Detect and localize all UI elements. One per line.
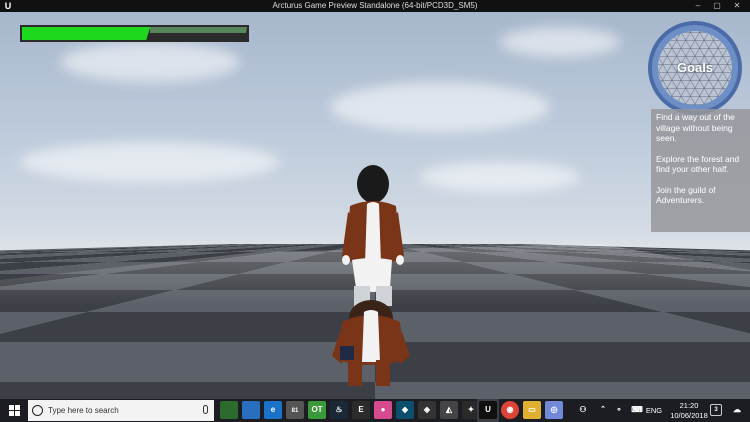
goal-text: Explore the forest and find your other h… (656, 153, 740, 175)
task-view-icon[interactable] (220, 401, 238, 419)
store-icon[interactable]: 81 (286, 401, 304, 419)
microphone-icon[interactable] (203, 405, 208, 414)
goal-text: Find a way out of the village without be… (656, 112, 735, 143)
edge-icon[interactable]: e (264, 401, 282, 419)
minimize-button[interactable]: – (690, 0, 706, 12)
window-titlebar[interactable]: U Arcturus Game Preview Standalone (64-b… (0, 0, 750, 12)
notification-count: 3 (714, 407, 718, 413)
close-button[interactable]: ✕ (729, 0, 745, 12)
game-viewport[interactable]: Goals Find a way out of the village with… (0, 12, 750, 399)
windows-start-icon[interactable] (0, 399, 28, 422)
discord-icon[interactable]: ◎ (545, 401, 563, 419)
health-bar-fill (22, 27, 151, 40)
unity-icon[interactable]: ◈ (418, 401, 436, 419)
epic-launcher-icon[interactable]: E (352, 401, 370, 419)
chrome-icon[interactable]: ◉ (501, 401, 519, 419)
minimap-label: Goals (676, 60, 714, 75)
steam-icon[interactable]: ♨ (330, 401, 348, 419)
search-placeholder: Type here to search (48, 406, 119, 415)
store-badge: 81 (291, 408, 299, 414)
inkscape-icon[interactable]: ◭ (440, 401, 458, 419)
onedrive-cloud-icon[interactable]: ☁ (728, 401, 746, 419)
action-center-icon[interactable]: 3 (710, 404, 722, 416)
file-manager-icon[interactable] (242, 401, 260, 419)
search-icon (32, 405, 43, 416)
paint-icon[interactable]: ● (374, 401, 392, 419)
companion-character-crouching (332, 300, 410, 386)
people-icon[interactable]: ⚇ (574, 401, 592, 419)
unreal-icon[interactable]: U (479, 401, 497, 419)
player-character-standing (342, 165, 404, 306)
windows-taskbar: Type here to search e 81 OT ♨ E ● ◆ ◈ ◭ … (0, 399, 750, 422)
clock-date[interactable]: 10/06/2018 (668, 410, 710, 421)
taskbar-search-input[interactable]: Type here to search (28, 400, 214, 421)
file-explorer-icon[interactable]: ▭ (523, 401, 541, 419)
photoshop-icon[interactable]: ◆ (396, 401, 414, 419)
network-icon[interactable]: ⚬ (610, 401, 628, 419)
language-indicator[interactable]: ENG (644, 405, 664, 416)
maximize-button[interactable]: ▢ (709, 0, 725, 12)
health-bar (20, 25, 249, 42)
window-title: Arcturus Game Preview Standalone (64-bit… (272, 1, 478, 10)
goals-panel: Find a way out of the village without be… (651, 109, 750, 232)
minimap: Goals (648, 21, 742, 115)
opentoonz-icon[interactable]: OT (308, 401, 326, 419)
goal-text: Join the guild of Adventurers. (656, 184, 716, 206)
